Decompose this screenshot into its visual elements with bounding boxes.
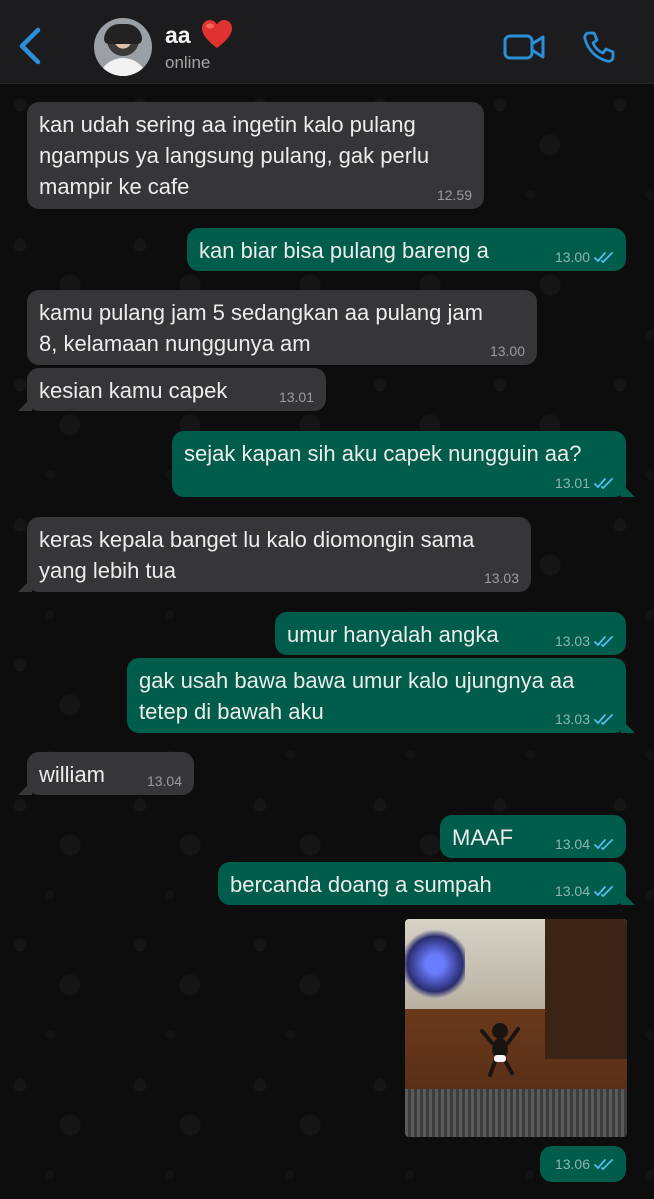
message-time: 13.04	[555, 883, 614, 899]
message-time: 13.04	[146, 773, 182, 789]
message-text-line: gak usah bawa bawa umur kalo ujungnya aa	[139, 668, 575, 693]
message-text-line: kamu pulang jam 5 sedangkan aa pulang ja…	[39, 300, 483, 325]
message-outgoing[interactable]: kan biar bisa pulang bareng a 13.00	[187, 228, 626, 271]
contact-status: online	[165, 53, 211, 72]
message-outgoing[interactable]: umur hanyalah angka 13.03	[275, 612, 626, 655]
message-incoming[interactable]: kan udah sering aa ingetin kalo pulang n…	[27, 102, 484, 209]
message-incoming[interactable]: keras kepala banget lu kalo diomongin sa…	[18, 517, 531, 592]
dancing-monkey-image	[480, 1023, 520, 1077]
message-incoming[interactable]: kamu pulang jam 5 sedangkan aa pulang ja…	[27, 290, 537, 365]
message-text-line: 8, kelamaan nunggunya am	[39, 331, 311, 356]
message-outgoing[interactable]: MAAF 13.04	[440, 815, 626, 858]
message-incoming[interactable]: william 13.04	[18, 752, 194, 795]
read-ticks-icon	[594, 886, 613, 897]
read-ticks-icon	[594, 252, 613, 263]
read-ticks-icon	[594, 478, 613, 489]
message-outgoing[interactable]: bercanda doang a sumpah 13.04	[218, 862, 635, 905]
message-time: 13.03	[483, 570, 519, 586]
contact-name[interactable]: aa	[165, 22, 191, 49]
message-time: 13.03	[555, 633, 614, 649]
read-ticks-icon	[594, 714, 613, 725]
message-text-line: yang lebih tua	[39, 558, 176, 583]
message-time: 13.04	[555, 836, 614, 852]
message-text-line: kan biar bisa pulang bareng a	[199, 238, 489, 263]
read-ticks-icon	[594, 1159, 613, 1170]
message-time: 13.01	[555, 475, 614, 491]
message-time: 13.06	[555, 1156, 614, 1172]
message-outgoing[interactable]: sejak kapan sih aku capek nungguin aa? 1…	[172, 431, 635, 497]
message-text-line: mampir ke cafe	[39, 174, 190, 199]
message-text-line: kesian kamu capek	[39, 378, 228, 403]
read-ticks-icon	[594, 636, 613, 647]
message-time: 13.00	[555, 249, 614, 265]
video-call-icon[interactable]	[503, 32, 545, 62]
message-text-line: kan udah sering aa ingetin kalo pulang	[39, 112, 416, 137]
message-text-line: keras kepala banget lu kalo diomongin sa…	[39, 527, 475, 552]
contact-avatar[interactable]	[94, 18, 152, 76]
phone-call-icon[interactable]	[582, 30, 616, 64]
chat-header: aa online	[0, 0, 654, 84]
message-time: 12.59	[436, 187, 472, 203]
message-text-line: ngampus ya langsung pulang, gak perlu	[39, 143, 430, 168]
message-time: 13.01	[278, 389, 314, 405]
message-time: 13.00	[489, 343, 525, 359]
gif-sticker-image[interactable]	[405, 919, 627, 1137]
back-chevron-icon[interactable]	[14, 26, 48, 66]
message-outgoing[interactable]: 13.06	[540, 1146, 626, 1182]
red-heart-icon	[202, 20, 232, 48]
message-outgoing[interactable]: gak usah bawa bawa umur kalo ujungnya aa…	[127, 658, 635, 733]
message-text-line: sejak kapan sih aku capek nungguin aa?	[184, 441, 582, 466]
message-time: 13.03	[555, 711, 614, 727]
message-incoming[interactable]: kesian kamu capek 13.01	[18, 368, 326, 411]
message-text-line: tetep di bawah aku	[139, 699, 324, 724]
read-ticks-icon	[594, 839, 613, 850]
